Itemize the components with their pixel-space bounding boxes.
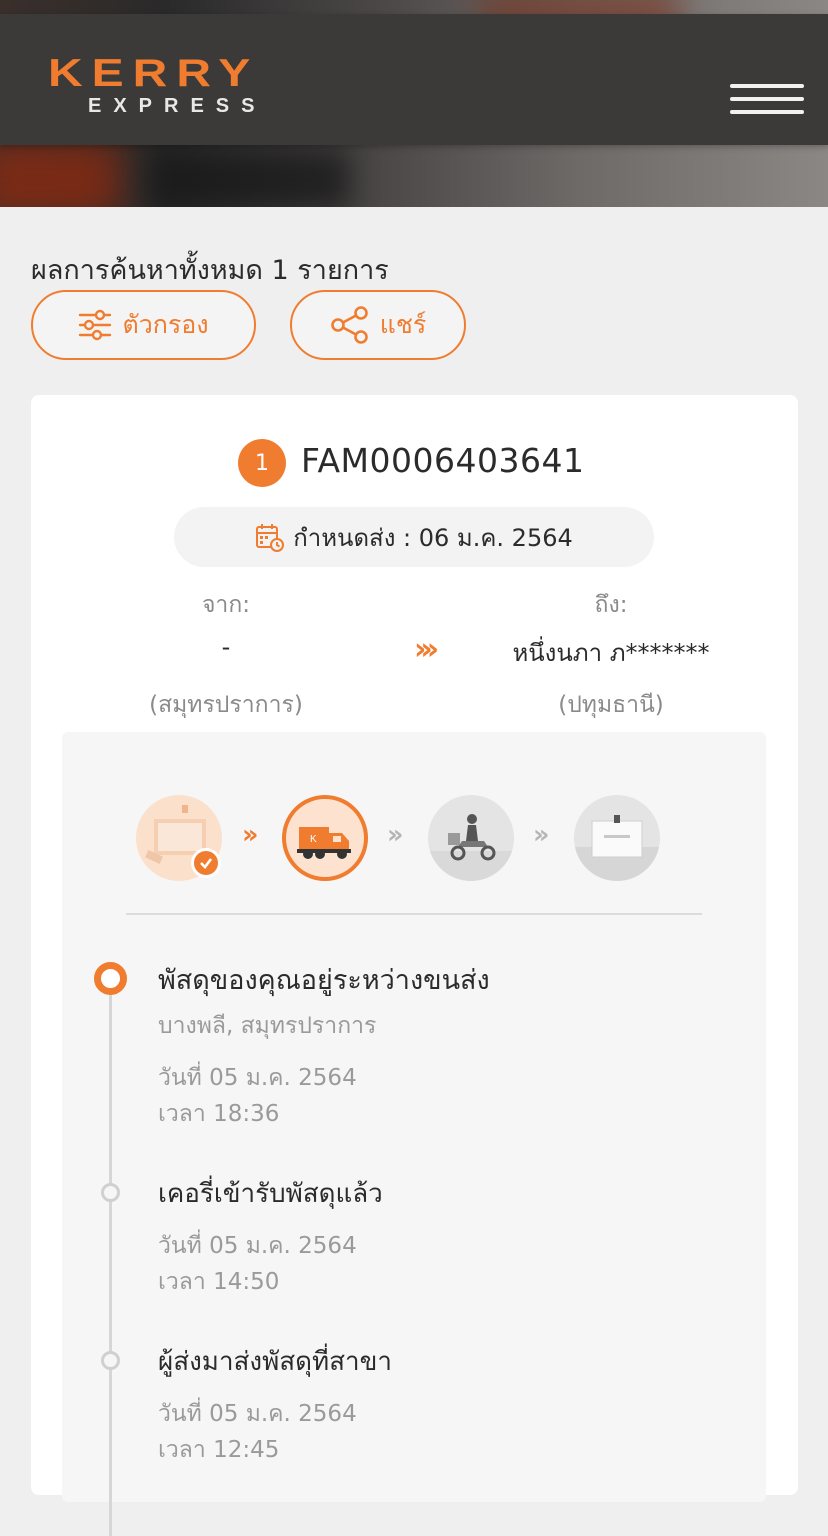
event-date: วันที่ 05 ม.ค. 2564 [158, 1233, 357, 1259]
filter-button-label: ตัวกรอง [122, 310, 209, 339]
hamburger-menu-icon[interactable] [730, 84, 804, 114]
timeline-dot-active [94, 962, 127, 995]
timeline-line [109, 976, 112, 1536]
due-date-text: กำหนดส่ง : 06 ม.ค. 2564 [293, 523, 573, 552]
tracking-status-panel: ›› K ›› ›› พัสดุของคุณอยู่ระหว่างขนส่ง บ… [62, 732, 766, 1536]
checkmark-icon [191, 848, 221, 878]
timeline-dot [101, 1183, 120, 1202]
kerry-logo-subtitle: EXPRESS [88, 95, 267, 117]
step-arrow-icon: ›› [387, 820, 404, 850]
event-date: วันที่ 05 ม.ค. 2564 [158, 1401, 357, 1427]
filter-sliders-icon [79, 309, 112, 341]
event-time: เวลา 14:50 [158, 1269, 280, 1295]
step-arrow-icon: ›› [533, 820, 550, 850]
sender-name: - [221, 633, 231, 661]
kerry-logo[interactable]: KERRY [48, 54, 259, 93]
calendar-clock-icon [256, 524, 285, 552]
share-icon [330, 306, 368, 344]
event-time: เวลา 12:45 [158, 1437, 280, 1463]
event-title: พัสดุของคุณอยู่ระหว่างขนส่ง [158, 965, 490, 996]
event-title: ผู้ส่งมาส่งพัสดุที่สาขา [158, 1347, 392, 1377]
step-arrow-icon: ›› [242, 820, 259, 850]
to-label: ถึง: [594, 592, 628, 618]
from-label: จาก: [201, 592, 251, 618]
results-count-title: ผลการค้นหาทั้งหมด 1 รายการ [31, 255, 389, 286]
event-time: เวลา 18:36 [158, 1101, 280, 1127]
recipient-name: หนึ่งนภา ภ******* [512, 639, 710, 667]
shipment-card: 1 FAM0006403641 กำหนดส่ง : 06 ม.ค. 2564 … [31, 395, 798, 1536]
share-button-label: แชร์ [379, 310, 427, 339]
filter-button[interactable]: ตัวกรอง [31, 290, 256, 360]
result-index-badge: 1 [238, 439, 286, 487]
step-in-transit-truck-icon: K [282, 795, 368, 881]
step-out-for-delivery-motorcycle-icon [428, 795, 514, 881]
event-title: เคอรี่เข้ารับพัสดุแล้ว [158, 1179, 383, 1209]
event-location: บางพลี, สมุทรปราการ [158, 1013, 377, 1039]
share-button[interactable]: แชร์ [290, 290, 466, 360]
svg-text:K: K [310, 834, 317, 845]
event-date: วันที่ 05 ม.ค. 2564 [158, 1065, 357, 1091]
step-delivered-box-icon [574, 795, 660, 881]
sender-province: (สมุทรปราการ) [149, 692, 303, 718]
recipient-province: (ปทุมธานี) [558, 692, 664, 718]
navbar: KERRY EXPRESS [0, 14, 828, 145]
timeline-dot [101, 1351, 120, 1370]
due-date-box: กำหนดส่ง : 06 ม.ค. 2564 [174, 507, 654, 567]
tracking-number: FAM0006403641 [301, 441, 585, 480]
route-arrow-icon: ››› [414, 632, 439, 667]
steps-divider [126, 913, 702, 915]
